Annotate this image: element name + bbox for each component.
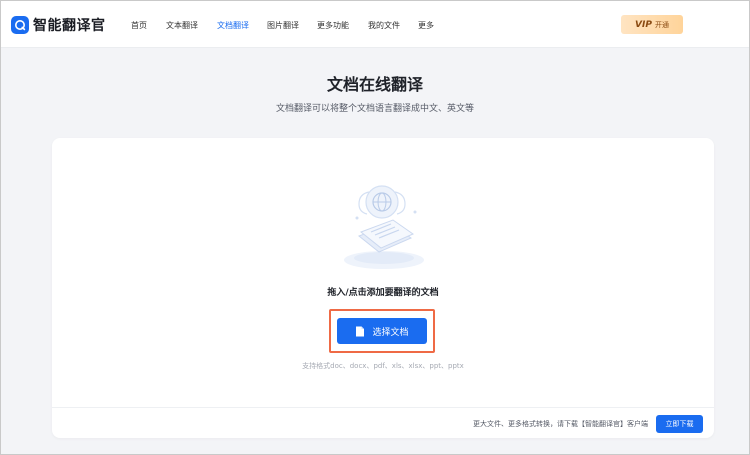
drop-instruction: 拖入/点击添加要翻译的文档 — [327, 288, 439, 298]
download-now-button[interactable]: 立即下载 — [656, 415, 703, 433]
vip-open-button[interactable]: VIP 开通 — [621, 15, 683, 34]
client-promo-text: 更大文件、更多格式转换，请下载【智能翻译官】客户端 — [473, 420, 648, 428]
nav-item-more-features[interactable]: 更多功能 — [317, 20, 349, 31]
nav-item-more[interactable]: 更多 — [418, 20, 434, 31]
logo-icon — [11, 16, 29, 34]
nav-item-image-translate[interactable]: 图片翻译 — [267, 20, 299, 31]
nav-item-home[interactable]: 首页 — [131, 20, 147, 31]
app-name: 智能翻译官 — [33, 18, 106, 34]
document-globe-illustration — [329, 174, 439, 274]
nav-item-doc-translate[interactable]: 文档翻译 — [217, 20, 249, 31]
top-header: 智能翻译官 首页 文本翻译 文档翻译 图片翻译 更多功能 我的文件 更多 VIP… — [1, 1, 749, 48]
vip-open-label: 开通 — [654, 20, 669, 29]
page-title: 文档在线翻译 — [326, 75, 423, 94]
select-document-button[interactable]: 选择文档 — [337, 318, 427, 344]
card-footer: 更大文件、更多格式转换，请下载【智能翻译官】客户端 立即下载 — [52, 407, 714, 438]
nav-item-text-translate[interactable]: 文本翻译 — [166, 20, 198, 31]
download-now-label: 立即下载 — [665, 420, 694, 428]
supported-formats: 支持格式doc、docx、pdf、xls、xlsx、ppt、pptx — [302, 362, 464, 370]
nav-item-my-files[interactable]: 我的文件 — [368, 20, 400, 31]
upload-card[interactable]: 拖入/点击添加要翻译的文档 选择文档 支持格式doc、docx、pdf、xls、… — [52, 138, 714, 438]
page-subtitle: 文档翻译可以将整个文档语言翻译成中文、英文等 — [275, 104, 474, 114]
app-logo[interactable]: 智能翻译官 — [11, 15, 106, 35]
select-document-label: 选择文档 — [372, 327, 409, 338]
vip-badge: VIP — [635, 19, 652, 30]
document-icon — [356, 326, 365, 336]
